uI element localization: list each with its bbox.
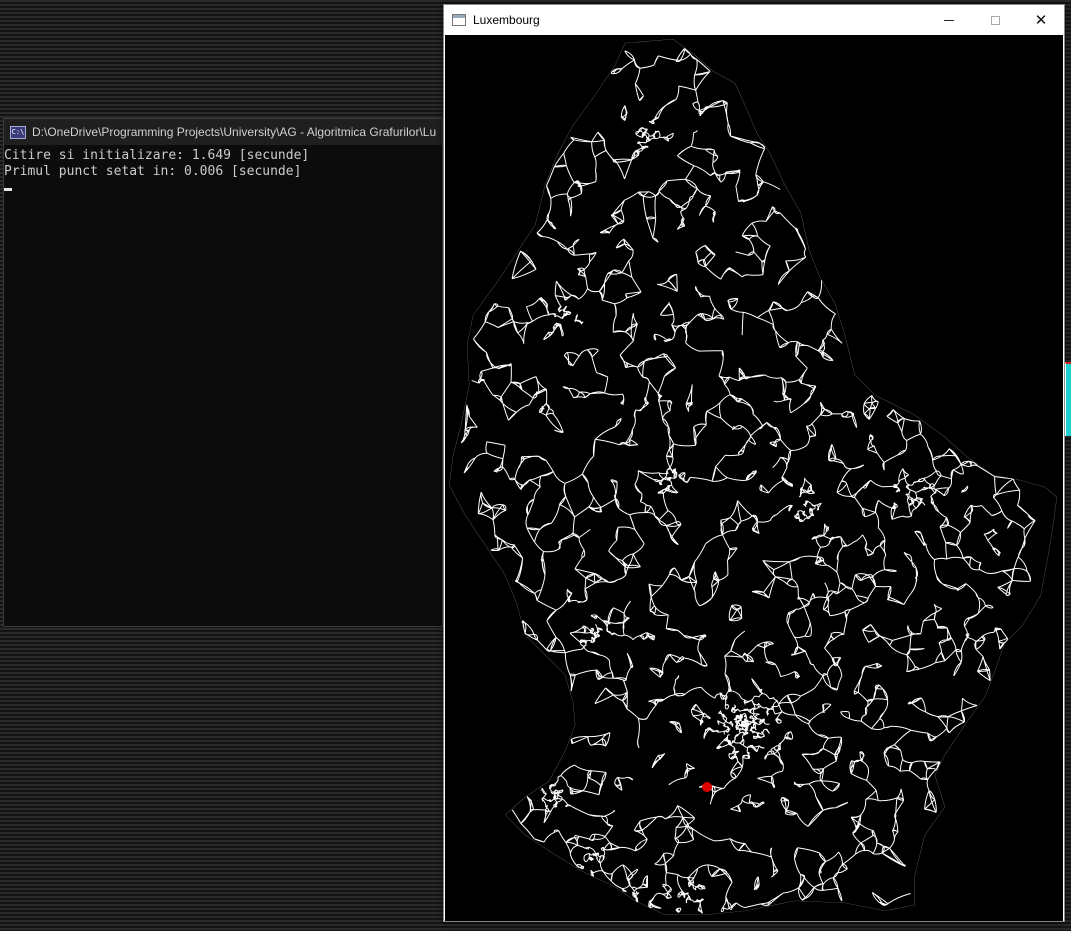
cmd-icon: C:\: [10, 125, 26, 139]
maximize-button[interactable]: [972, 5, 1018, 35]
road-network: [449, 39, 1057, 915]
map-canvas[interactable]: [445, 35, 1063, 921]
map-window[interactable]: Luxembourg ✕: [443, 4, 1065, 922]
maximize-icon: [990, 15, 1000, 25]
close-button[interactable]: ✕: [1018, 5, 1064, 35]
minimize-button[interactable]: [926, 5, 972, 35]
console-window[interactable]: C:\ D:\OneDrive\Programming Projects\Uni…: [3, 118, 443, 627]
console-title: D:\OneDrive\Programming Projects\Univers…: [32, 125, 437, 139]
console-output[interactable]: Citire si initializare: 1.649 [secunde] …: [4, 145, 442, 196]
road-network-map[interactable]: [445, 35, 1063, 921]
console-cursor: [4, 188, 12, 191]
app-window-icon: [452, 14, 466, 26]
map-window-title: Luxembourg: [473, 13, 540, 27]
console-line: Primul punct setat in: 0.006 [secunde]: [4, 164, 302, 179]
road-segments: [460, 48, 1036, 914]
selected-point-marker: [702, 782, 712, 792]
console-line: Citire si initializare: 1.649 [secunde]: [4, 148, 310, 163]
close-icon: ✕: [1034, 10, 1048, 29]
minimize-icon: [944, 19, 954, 21]
edge-widget[interactable]: [1065, 362, 1071, 436]
console-titlebar[interactable]: C:\ D:\OneDrive\Programming Projects\Uni…: [4, 119, 442, 145]
map-titlebar[interactable]: Luxembourg ✕: [444, 5, 1064, 35]
